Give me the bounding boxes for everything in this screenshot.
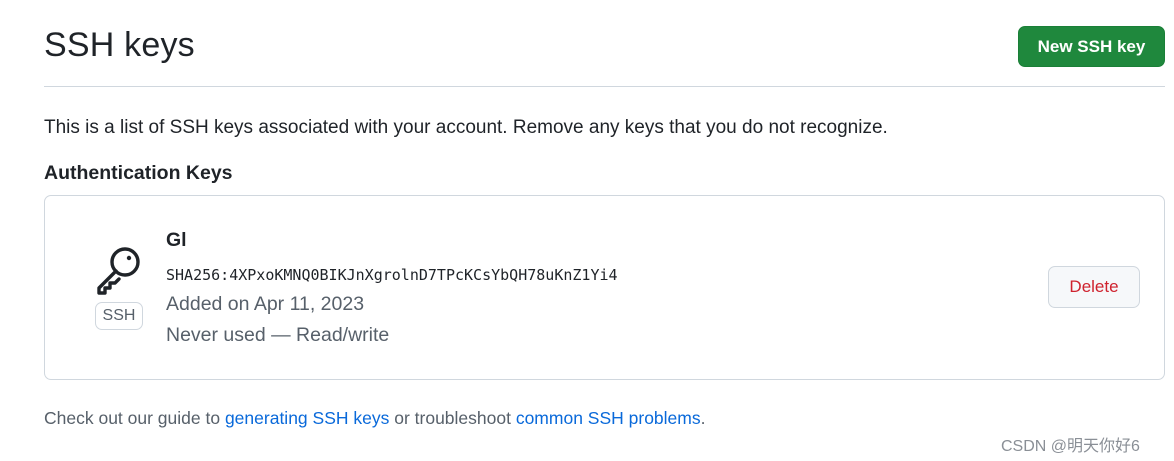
key-title: Gl: [166, 229, 187, 251]
intro-text: This is a list of SSH keys associated wi…: [44, 117, 888, 138]
key-usage-status: Never used — Read/write: [166, 324, 390, 346]
watermark: CSDN @明天你好6: [1001, 438, 1140, 455]
generating-ssh-keys-link[interactable]: generating SSH keys: [225, 408, 389, 428]
footer-prefix: Check out our guide to: [44, 408, 225, 428]
header-divider: [44, 86, 1165, 87]
key-fingerprint: SHA256:4XPxoKMNQ0BIKJnXgrolnD7TPcKCsYbQH…: [166, 266, 618, 284]
ssh-key-card: SSH Gl SHA256:4XPxoKMNQ0BIKJnXgrolnD7TPc…: [44, 195, 1165, 380]
page-title: SSH keys: [44, 26, 195, 64]
delete-key-button[interactable]: Delete: [1048, 266, 1140, 308]
key-added-date: Added on Apr 11, 2023: [166, 293, 365, 315]
key-icon: [97, 247, 140, 295]
key-type-badge: SSH: [95, 302, 143, 330]
footer-help-text: Check out our guide to generating SSH ke…: [44, 408, 706, 429]
footer-suffix: .: [700, 408, 706, 428]
footer-middle: or troubleshoot: [389, 408, 516, 428]
common-ssh-problems-link[interactable]: common SSH problems: [516, 408, 701, 428]
section-heading: Authentication Keys: [44, 162, 233, 184]
new-ssh-key-button[interactable]: New SSH key: [1018, 26, 1165, 67]
